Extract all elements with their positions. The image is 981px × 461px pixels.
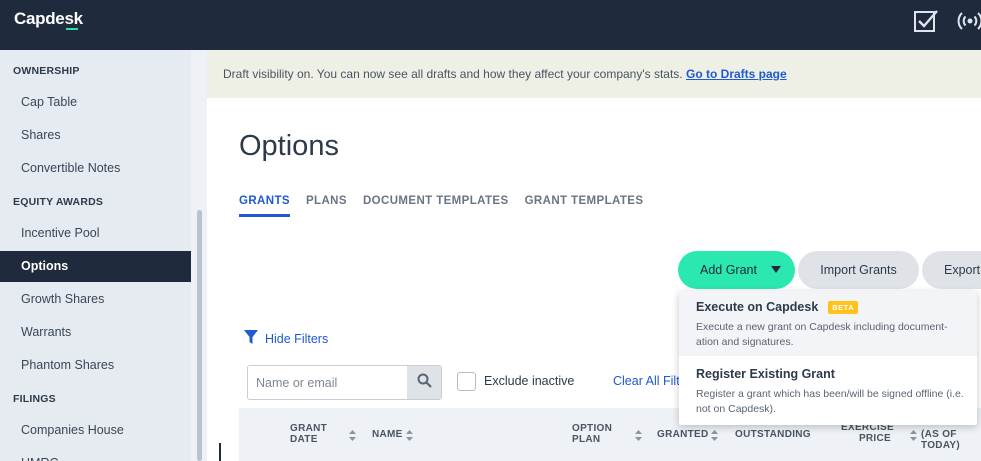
caret-down-icon [770, 263, 781, 277]
tab-bar: GRANTS PLANS DOCUMENT TEMPLATES GRANT TE… [239, 195, 643, 217]
sidebar-item-growth-shares[interactable]: Growth Shares [0, 284, 191, 315]
import-grants-button[interactable]: Import Grants [798, 251, 919, 289]
hide-filters-toggle[interactable]: Hide Filters [244, 330, 328, 348]
sidebar-item-cap-table[interactable]: Cap Table [0, 87, 191, 118]
exclude-inactive-label: Exclude inactive [484, 374, 575, 388]
top-bar: Capdesk [0, 0, 981, 50]
sidebar-section-ownership: OWNERSHIP [13, 65, 80, 77]
sidebar-section-filings: FILINGS [13, 393, 56, 405]
dropdown-item-register-existing-grant[interactable]: Register Existing Grant Register a grant… [679, 358, 977, 425]
column-header-as-of-today: (AS OF TODAY) [921, 429, 961, 451]
column-header-granted[interactable]: GRANTED [657, 429, 709, 440]
sidebar-item-warrants[interactable]: Warrants [0, 317, 191, 348]
add-grant-dropdown: Execute on Capdesk BETA Execute a new gr… [679, 291, 977, 425]
column-header-option-plan[interactable]: OPTION PLAN [572, 423, 617, 445]
dropdown-item-title: Register Existing Grant [696, 367, 835, 381]
column-header-exercise-price[interactable]: EXERCISE PRICE [841, 422, 894, 444]
add-grant-label: Add Grant [700, 263, 757, 277]
exclude-inactive-checkbox[interactable] [457, 372, 476, 391]
tab-grant-templates[interactable]: GRANT TEMPLATES [525, 195, 644, 217]
sort-icon[interactable] [635, 428, 642, 446]
sidebar-section-equity-awards: EQUITY AWARDS [13, 196, 104, 208]
column-header-grant-date[interactable]: GRANT DATE [290, 423, 330, 445]
logo-accent [66, 28, 78, 30]
column-header-name[interactable]: NAME [372, 429, 403, 440]
tab-grants[interactable]: GRANTS [239, 195, 290, 217]
banner-text: Draft visibility on. You can now see all… [223, 67, 683, 81]
capdesk-logo[interactable]: Capdesk [14, 9, 83, 29]
sidebar-scrollbar[interactable] [197, 210, 202, 461]
sidebar: OWNERSHIP Cap Table Shares Convertible N… [0, 50, 191, 461]
dropdown-item-title: Execute on Capdesk [696, 300, 819, 314]
sidebar-item-companies-house[interactable]: Companies House [0, 415, 191, 446]
export-button[interactable]: Export [922, 251, 981, 289]
dropdown-item-description: Register a grant which has been/will be … [696, 388, 964, 415]
tab-plans[interactable]: PLANS [306, 195, 347, 217]
sidebar-item-shares[interactable]: Shares [0, 120, 191, 151]
search-button[interactable] [407, 366, 441, 399]
column-header-outstanding: OUTSTANDING [735, 429, 811, 440]
text-cursor [219, 443, 221, 461]
sort-icon[interactable] [406, 428, 413, 446]
draft-banner: Draft visibility on. You can now see all… [207, 50, 981, 98]
search-field [247, 365, 442, 400]
topbar-icons [913, 8, 981, 34]
search-icon [417, 373, 432, 393]
sidebar-item-incentive-pool[interactable]: Incentive Pool [0, 218, 191, 249]
dropdown-item-description: Execute a new grant on Capdesk including… [696, 321, 948, 348]
sidebar-item-hmrc[interactable]: HMRC [0, 448, 191, 461]
broadcast-icon[interactable] [953, 8, 981, 34]
add-grant-button[interactable]: Add Grant [678, 251, 795, 289]
sidebar-item-options[interactable]: Options [0, 251, 191, 282]
dropdown-item-execute-on-capdesk[interactable]: Execute on Capdesk BETA Execute a new gr… [679, 291, 977, 356]
sort-icon[interactable] [910, 428, 917, 446]
sidebar-item-phantom-shares[interactable]: Phantom Shares [0, 350, 191, 381]
sidebar-item-convertible-notes[interactable]: Convertible Notes [0, 153, 191, 184]
sort-icon[interactable] [711, 428, 718, 446]
sort-icon[interactable] [349, 428, 356, 446]
drafts-page-link[interactable]: Go to Drafts page [686, 67, 787, 81]
beta-badge: BETA [828, 300, 859, 314]
tab-document-templates[interactable]: DOCUMENT TEMPLATES [363, 195, 509, 217]
checklist-icon[interactable] [913, 8, 939, 34]
search-input[interactable] [248, 366, 408, 399]
hide-filters-label: Hide Filters [265, 332, 329, 346]
page-title: Options [239, 130, 339, 162]
filter-icon [244, 330, 258, 348]
